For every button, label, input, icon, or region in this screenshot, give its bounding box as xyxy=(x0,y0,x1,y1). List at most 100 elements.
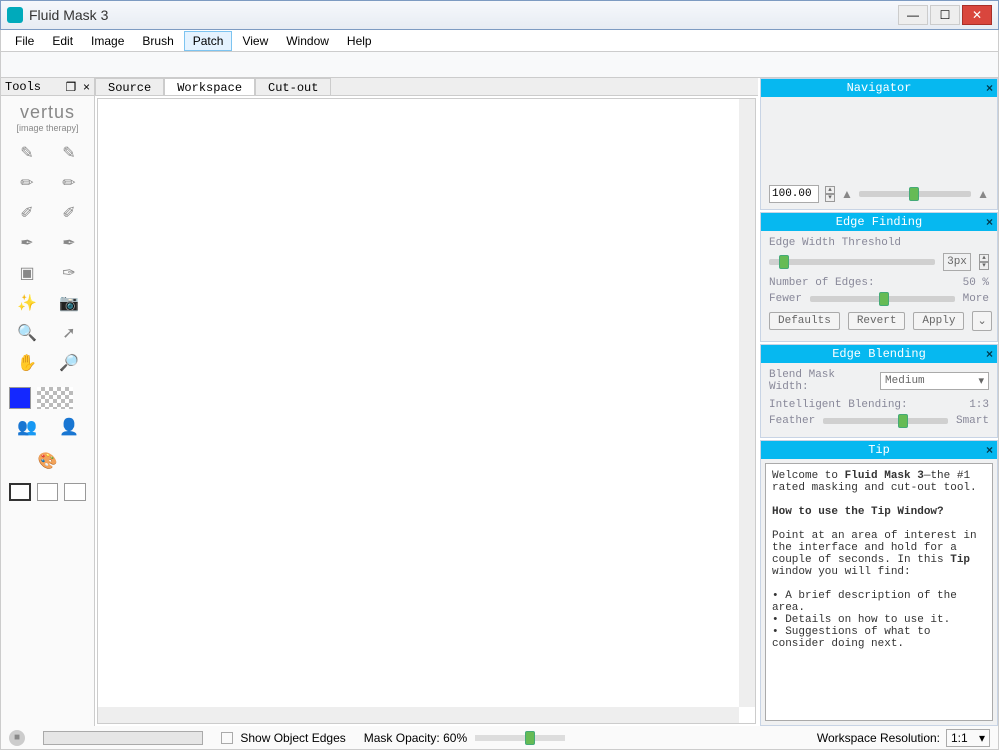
menu-patch[interactable]: Patch xyxy=(184,31,233,51)
menu-help[interactable]: Help xyxy=(339,32,380,50)
edge-width-threshold-label: Edge Width Threshold xyxy=(769,237,989,249)
window-title: Fluid Mask 3 xyxy=(29,7,108,23)
edges-slider[interactable] xyxy=(810,296,955,302)
menu-view[interactable]: View xyxy=(234,32,276,50)
swap-persons-icon[interactable]: 👥 xyxy=(9,415,45,439)
brush-icon-6[interactable]: ✐ xyxy=(51,201,87,225)
intelligent-blending-label: Intelligent Blending: xyxy=(769,399,908,411)
tip-text[interactable]: Welcome to Fluid Mask 3—the #1 rated mas… xyxy=(765,463,993,721)
tools-close-icon[interactable]: × xyxy=(80,80,90,94)
titlebar: Fluid Mask 3 — ☐ ✕ xyxy=(0,0,999,30)
checkbox-icon xyxy=(221,732,233,744)
window-controls: — ☐ ✕ xyxy=(898,5,992,25)
brush-icon-1[interactable]: ✎ xyxy=(9,141,45,165)
zoom-input[interactable] xyxy=(769,185,819,203)
loupe-icon[interactable]: 🔍 xyxy=(9,321,45,345)
view-mode-1-button[interactable] xyxy=(9,483,31,501)
tip-close-icon[interactable]: × xyxy=(986,443,993,457)
number-of-edges-label: Number of Edges: xyxy=(769,277,875,289)
blend-mask-width-select[interactable]: Medium ▾ xyxy=(880,372,989,390)
expand-icon[interactable]: ⌄ xyxy=(972,311,991,331)
menu-edit[interactable]: Edit xyxy=(44,32,81,50)
brush-icon-5[interactable]: ✐ xyxy=(9,201,45,225)
zoom-in-icon[interactable]: ▲ xyxy=(977,187,989,201)
color-palette-icon[interactable]: 🎨 xyxy=(1,445,94,477)
canvas-v-scrollbar[interactable] xyxy=(739,99,755,707)
tools-undock-icon[interactable]: ❐ xyxy=(66,80,77,94)
edge-blending-panel: Edge Blending × Blend Mask Width: Medium… xyxy=(760,344,998,438)
edge-width-slider[interactable] xyxy=(769,259,935,265)
chevron-down-icon: ▾ xyxy=(979,731,985,745)
navigator-thumbnail[interactable] xyxy=(769,103,989,185)
pen-icon[interactable]: ✑ xyxy=(51,261,87,285)
canvas-h-scrollbar[interactable] xyxy=(98,707,739,723)
apply-button[interactable]: Apply xyxy=(913,312,964,330)
edge-finding-close-icon[interactable]: × xyxy=(986,215,993,229)
minimize-button[interactable]: — xyxy=(898,5,928,25)
bg-checker-swatch[interactable] xyxy=(37,387,73,409)
maximize-button[interactable]: ☐ xyxy=(930,5,960,25)
workspace-resolution-select[interactable]: 1:1 ▾ xyxy=(946,729,990,747)
zoom-icon[interactable]: 🔎 xyxy=(51,351,87,375)
workspace-area: Source Workspace Cut-out xyxy=(95,78,758,726)
edge-width-spinner[interactable]: ▴▾ xyxy=(979,254,989,270)
progress-bar xyxy=(43,731,203,745)
view-mode-3-button[interactable] xyxy=(64,483,86,501)
brush-icon-3[interactable]: ✏ xyxy=(9,171,45,195)
fewer-label: Fewer xyxy=(769,293,802,305)
brush-icon-8[interactable]: ✒ xyxy=(51,231,87,255)
navigator-title: Navigator xyxy=(847,81,912,95)
fg-color-swatch[interactable] xyxy=(9,387,31,409)
edge-width-value[interactable]: 3px xyxy=(943,253,971,271)
edge-finding-header[interactable]: Edge Finding × xyxy=(761,213,997,231)
statusbar: ■ Show Object Edges Mask Opacity: 60% Wo… xyxy=(0,726,999,750)
marquee-icon[interactable]: ▣ xyxy=(9,261,45,285)
canvas[interactable] xyxy=(97,98,756,724)
view-mode-2-button[interactable] xyxy=(37,483,59,501)
hand-icon[interactable]: ✋ xyxy=(9,351,45,375)
brush-icon-4[interactable]: ✏ xyxy=(51,171,87,195)
vertus-logo: vertus [image therapy] xyxy=(1,96,94,135)
cancel-icon[interactable]: ■ xyxy=(9,730,25,746)
smart-label: Smart xyxy=(956,415,989,427)
zoom-spinner[interactable]: ▴▾ xyxy=(825,186,835,202)
person-icon[interactable]: 👤 xyxy=(51,415,87,439)
tools-header: Tools ❐ × xyxy=(1,78,94,96)
menu-brush[interactable]: Brush xyxy=(134,32,181,50)
close-button[interactable]: ✕ xyxy=(962,5,992,25)
zoom-out-icon[interactable]: ▲ xyxy=(841,187,853,201)
edge-blending-header[interactable]: Edge Blending × xyxy=(761,345,997,363)
navigator-close-icon[interactable]: × xyxy=(986,81,993,95)
tab-workspace[interactable]: Workspace xyxy=(164,78,255,95)
menu-file[interactable]: File xyxy=(7,32,42,50)
edge-blending-title: Edge Blending xyxy=(832,347,926,361)
mask-opacity-slider[interactable] xyxy=(475,735,565,741)
number-of-edges-value: 50 % xyxy=(963,277,989,289)
mask-opacity-label: Mask Opacity: 60% xyxy=(364,731,467,745)
toolbar-strip xyxy=(0,52,999,78)
brush-icon-7[interactable]: ✒ xyxy=(9,231,45,255)
menu-image[interactable]: Image xyxy=(83,32,132,50)
show-object-edges-checkbox[interactable]: Show Object Edges xyxy=(221,731,346,745)
navigator-header[interactable]: Navigator × xyxy=(761,79,997,97)
camera-icon[interactable]: 📷 xyxy=(51,291,87,315)
wand-icon[interactable]: ✨ xyxy=(9,291,45,315)
tools-sidebar: Tools ❐ × vertus [image therapy] ✎ ✎ ✏ ✏… xyxy=(1,78,95,726)
arrow-icon[interactable]: ➚ xyxy=(51,321,87,345)
tab-cutout[interactable]: Cut-out xyxy=(255,78,331,95)
tip-panel: Tip × Welcome to Fluid Mask 3—the #1 rat… xyxy=(760,440,998,726)
edge-finding-panel: Edge Finding × Edge Width Threshold 3px … xyxy=(760,212,998,342)
tab-source[interactable]: Source xyxy=(95,78,164,95)
brush-icon-2[interactable]: ✎ xyxy=(51,141,87,165)
tip-header[interactable]: Tip × xyxy=(761,441,997,459)
menu-window[interactable]: Window xyxy=(278,32,337,50)
edge-finding-title: Edge Finding xyxy=(836,215,922,229)
zoom-slider[interactable] xyxy=(859,191,971,197)
revert-button[interactable]: Revert xyxy=(848,312,906,330)
edge-blending-close-icon[interactable]: × xyxy=(986,347,993,361)
intelligent-blending-slider[interactable] xyxy=(823,418,948,424)
navigator-panel: Navigator × ▴▾ ▲ ▲ xyxy=(760,78,998,210)
more-label: More xyxy=(963,293,989,305)
intelligent-blending-value: 1:3 xyxy=(969,399,989,411)
defaults-button[interactable]: Defaults xyxy=(769,312,840,330)
